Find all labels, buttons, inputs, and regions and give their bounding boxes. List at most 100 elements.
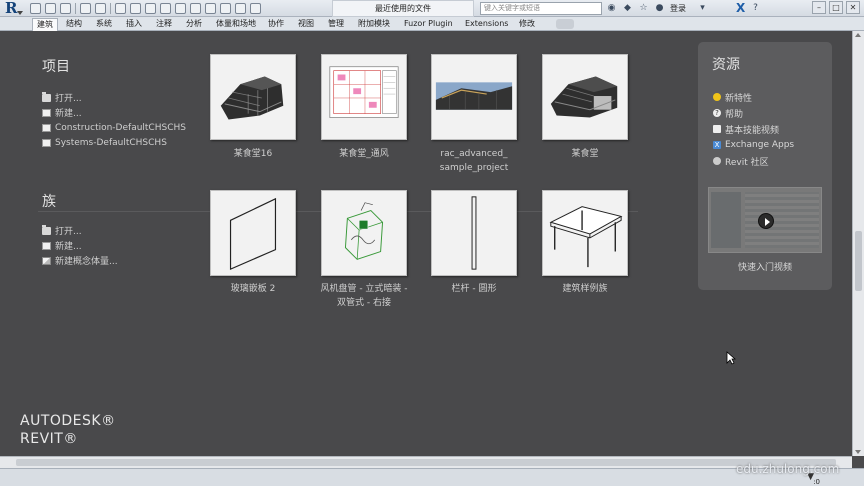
close-icon[interactable]: ✕ — [846, 1, 860, 14]
recent-project-tile[interactable] — [431, 54, 517, 140]
recent-family-tile[interactable] — [431, 190, 517, 276]
horizontal-scrollbar[interactable] — [0, 456, 852, 468]
project-open-link[interactable]: 打开... — [42, 90, 186, 105]
scroll-thumb[interactable] — [16, 459, 836, 466]
ribbon-tabs: 建筑 结构 系统 插入 注释 分析 体量和场地 协作 视图 管理 附加模块 Fu… — [0, 17, 864, 31]
project-file-label[interactable]: 某食堂16 — [193, 147, 313, 161]
baluster-thumbnail — [471, 196, 477, 270]
tab-manage[interactable]: 管理 — [328, 17, 344, 31]
undo-icon[interactable] — [80, 3, 91, 14]
project-file-label[interactable]: sample_project — [414, 161, 534, 175]
family-file-label[interactable]: 双管式 - 右接 — [304, 296, 424, 310]
tab-add-ins[interactable]: 附加模块 — [358, 17, 390, 31]
revit-app-menu-button[interactable]: R — [2, 0, 23, 17]
link-label: 新特性 — [725, 93, 753, 104]
scroll-up-icon[interactable] — [855, 33, 861, 37]
help-icon[interactable]: ? — [750, 2, 761, 14]
help-link[interactable]: ? 帮助 — [713, 105, 794, 121]
3d-view-icon[interactable] — [190, 3, 201, 14]
document-title: 最近使用的文件 — [332, 0, 474, 17]
tab-fuzor-plugin[interactable]: Fuzor Plugin — [404, 17, 453, 31]
binoculars-icon[interactable]: ◉ — [606, 2, 617, 14]
recent-project-tile[interactable] — [210, 54, 296, 140]
print-icon[interactable] — [115, 3, 126, 14]
tab-modify[interactable]: 修改 — [519, 17, 535, 31]
tab-structure[interactable]: 结构 — [66, 17, 82, 31]
tag-icon[interactable] — [160, 3, 171, 14]
close-hidden-icon[interactable] — [235, 3, 246, 14]
dimension-icon[interactable] — [145, 3, 156, 14]
measure-icon[interactable] — [130, 3, 141, 14]
whats-new-link[interactable]: 新特性 — [713, 89, 794, 105]
login-button[interactable]: 登录 — [670, 0, 686, 17]
tab-massing-site[interactable]: 体量和场地 — [216, 17, 256, 31]
redo-icon[interactable] — [95, 3, 106, 14]
quick-access-toolbar — [30, 2, 261, 15]
link-label: Systems-DefaultCHSCHS — [55, 137, 167, 148]
families-links: 打开... 新建... 新建概念体量... — [42, 223, 118, 268]
tab-systems[interactable]: 系统 — [96, 17, 112, 31]
thin-lines-icon[interactable] — [220, 3, 231, 14]
exchange-icon[interactable]: X — [736, 0, 745, 17]
document-icon — [42, 108, 51, 117]
star-icon — [713, 93, 721, 101]
tab-analyze[interactable]: 分析 — [186, 17, 202, 31]
save-icon[interactable] — [45, 3, 56, 14]
render-view-thumbnail — [435, 82, 513, 110]
table-thumbnail — [549, 206, 623, 268]
dropdown-icon[interactable]: ▾ — [697, 2, 708, 14]
family-open-link[interactable]: 打开... — [42, 223, 118, 238]
quick-start-video-label[interactable]: 快速入门视频 — [698, 260, 832, 273]
revit-community-link[interactable]: Revit 社区 — [713, 153, 794, 169]
text-icon[interactable] — [175, 3, 186, 14]
folder-icon — [42, 91, 51, 102]
switch-windows-icon[interactable] — [250, 3, 261, 14]
scroll-down-icon[interactable] — [855, 450, 861, 454]
minimize-icon[interactable]: – — [812, 1, 826, 14]
tab-collaborate[interactable]: 协作 — [268, 17, 284, 31]
scroll-thumb[interactable] — [855, 231, 862, 291]
toolbar-divider — [110, 3, 111, 14]
subscription-icon[interactable]: ◆ — [622, 2, 633, 14]
maximize-icon[interactable]: □ — [829, 1, 843, 14]
play-icon[interactable] — [758, 213, 774, 229]
recent-files-page: 项目 打开... 新建... Construction-DefaultCHSCH… — [0, 31, 852, 456]
tab-extensions[interactable]: Extensions — [465, 17, 508, 31]
family-new-link[interactable]: 新建... — [42, 238, 118, 253]
recent-project-tile[interactable] — [321, 54, 407, 140]
search-input[interactable]: 键入关键字或短语 — [480, 2, 602, 15]
project-new-link[interactable]: 新建... — [42, 105, 186, 120]
project-template-systems-link[interactable]: Systems-DefaultCHSCHS — [42, 135, 186, 150]
ribbon-display-toggle[interactable] — [556, 19, 574, 29]
family-file-label[interactable]: 风机盘管 - 立式暗装 - — [304, 282, 424, 296]
project-file-label[interactable]: 某食堂_通风 — [304, 147, 424, 161]
project-file-label[interactable]: 某食堂 — [525, 147, 645, 161]
project-template-construction-link[interactable]: Construction-DefaultCHSCHS — [42, 120, 186, 135]
exchange-apps-link[interactable]: X Exchange Apps — [713, 137, 794, 153]
family-file-label[interactable]: 建筑样例族 — [525, 282, 645, 296]
project-file-label[interactable]: rac_advanced_ — [414, 147, 534, 161]
family-file-label[interactable]: 玻璃嵌板 2 — [193, 282, 313, 296]
quick-start-video-thumbnail[interactable] — [708, 187, 822, 253]
projects-links: 打开... 新建... Construction-DefaultCHSCHS S… — [42, 90, 186, 150]
tab-view[interactable]: 视图 — [298, 17, 314, 31]
section-icon[interactable] — [205, 3, 216, 14]
vertical-scrollbar[interactable] — [852, 31, 864, 456]
user-icon[interactable]: ● — [654, 2, 665, 14]
family-file-label[interactable]: 栏杆 - 圆形 — [414, 282, 534, 296]
open-icon[interactable] — [30, 3, 41, 14]
recent-family-tile[interactable] — [321, 190, 407, 276]
favorites-icon[interactable]: ☆ — [638, 2, 649, 14]
help-icon: ? — [713, 109, 721, 117]
essential-skills-videos-link[interactable]: 基本技能视频 — [713, 121, 794, 137]
recent-project-tile[interactable] — [542, 54, 628, 140]
tab-architecture[interactable]: 建筑 — [32, 18, 58, 31]
tab-annotate[interactable]: 注释 — [156, 17, 172, 31]
revit-logo-icon: R — [5, 0, 18, 17]
link-label: 打开... — [55, 227, 82, 237]
family-new-mass-link[interactable]: 新建概念体量... — [42, 253, 118, 268]
tab-insert[interactable]: 插入 — [126, 17, 142, 31]
recent-family-tile[interactable] — [210, 190, 296, 276]
recent-family-tile[interactable] — [542, 190, 628, 276]
sync-icon[interactable] — [60, 3, 71, 14]
